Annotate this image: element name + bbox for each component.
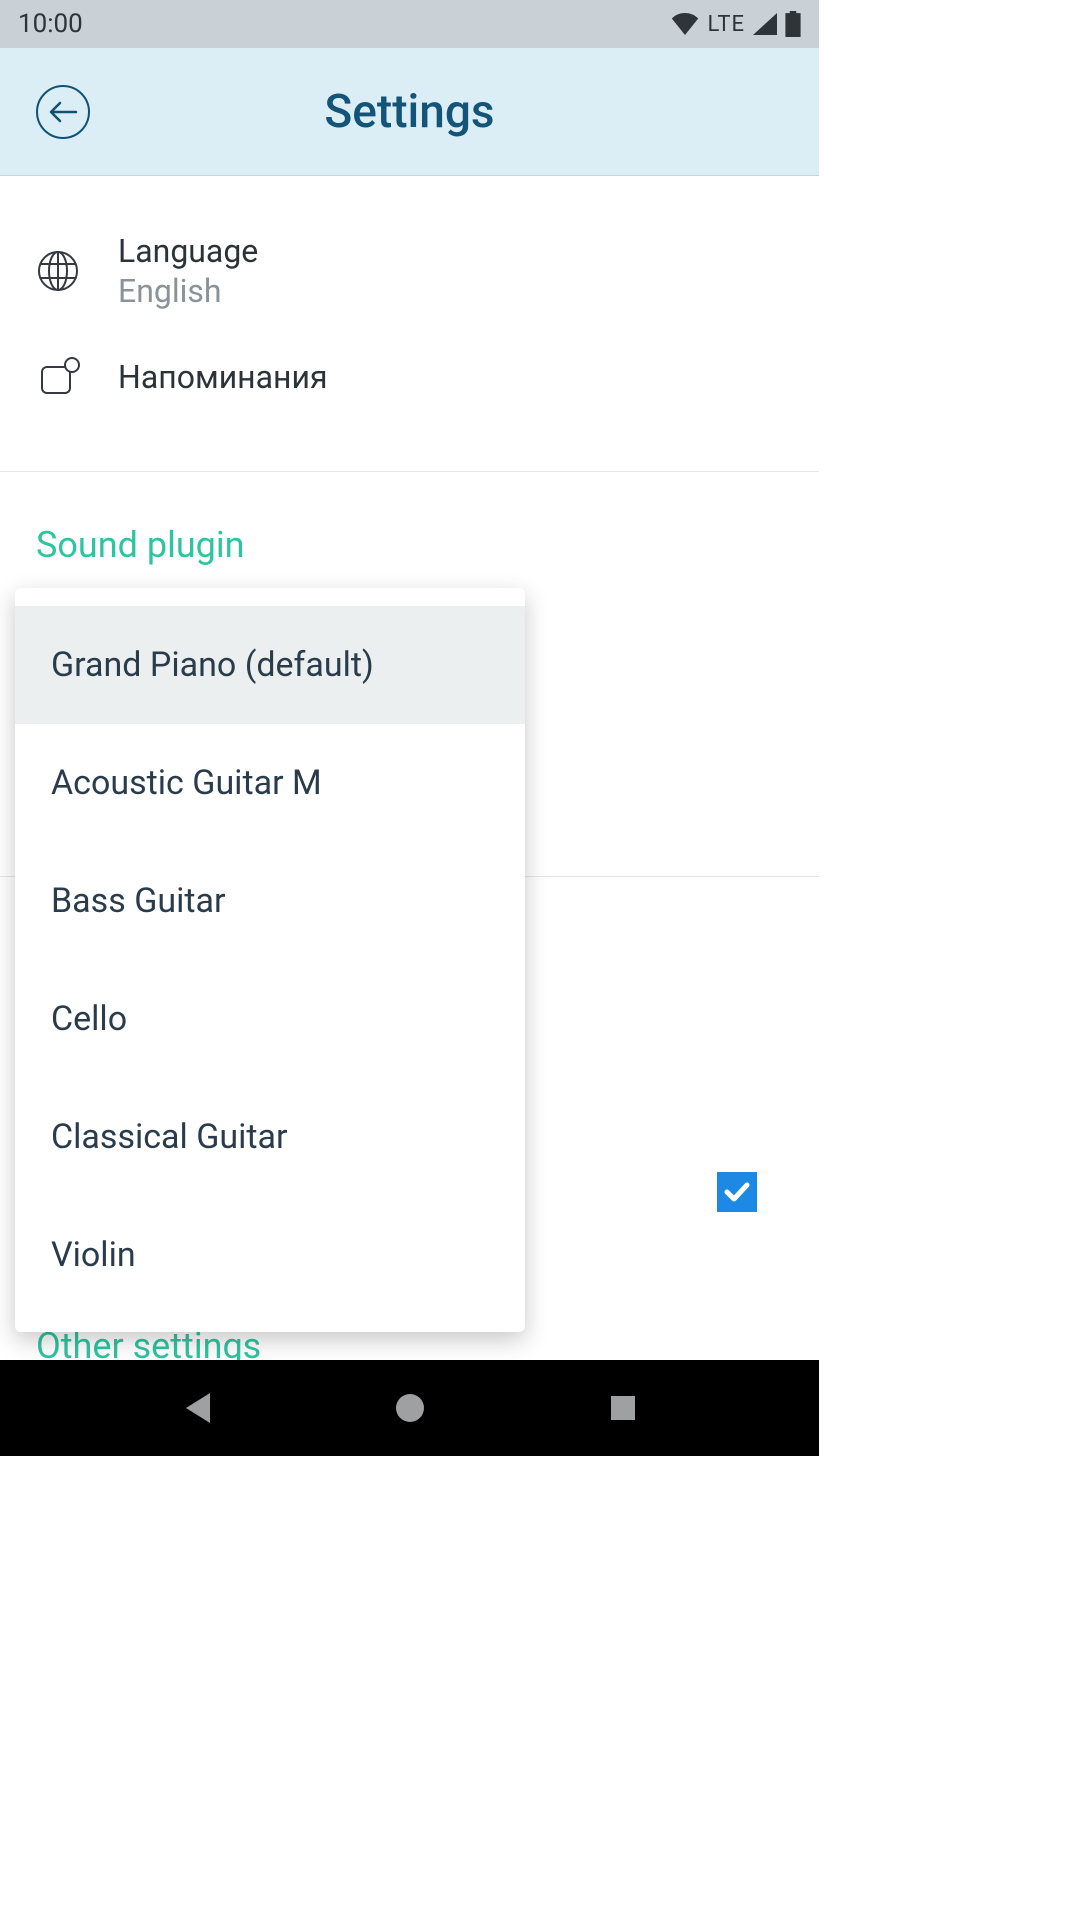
signal-icon: [753, 13, 777, 35]
android-navbar: [0, 1360, 819, 1456]
sound-plugin-dropdown: Grand Piano (default) Acoustic Guitar M …: [15, 588, 525, 1332]
check-icon: [722, 1177, 752, 1207]
reminders-label: Напоминания: [118, 358, 328, 396]
battery-icon: [785, 11, 801, 37]
reminder-icon: [36, 355, 80, 399]
dropdown-item-classical-guitar[interactable]: Classical Guitar: [15, 1078, 525, 1196]
app-header: Settings: [0, 48, 819, 176]
nav-back-button[interactable]: [174, 1385, 220, 1431]
sound-plugin-section: Sound plugin: [0, 472, 819, 566]
language-row[interactable]: Language English: [0, 232, 819, 355]
dropdown-item-cello[interactable]: Cello: [15, 960, 525, 1078]
status-bar: 10:00 LTE: [0, 0, 819, 48]
nav-home-button[interactable]: [387, 1385, 433, 1431]
page-title: Settings: [324, 85, 494, 139]
status-time: 10:00: [18, 9, 83, 39]
language-label: Language: [118, 232, 258, 270]
triangle-back-icon: [182, 1391, 212, 1425]
wifi-icon: [671, 13, 699, 35]
back-button[interactable]: [36, 85, 90, 139]
dropdown-item-bass-guitar[interactable]: Bass Guitar: [15, 842, 525, 960]
dropdown-item-acoustic-guitar[interactable]: Acoustic Guitar M: [15, 724, 525, 842]
square-recents-icon: [609, 1394, 637, 1422]
reminders-row[interactable]: Напоминания: [0, 355, 819, 443]
status-indicators: LTE: [671, 11, 801, 37]
nav-recents-button[interactable]: [600, 1385, 646, 1431]
language-value: English: [118, 272, 258, 310]
network-label: LTE: [707, 12, 745, 37]
arrow-left-icon: [48, 100, 78, 124]
settings-content: Language English Напоминания Sound plugi…: [0, 176, 819, 566]
globe-icon: [36, 249, 80, 293]
dropdown-item-violin[interactable]: Violin: [15, 1196, 525, 1314]
dropdown-item-grand-piano[interactable]: Grand Piano (default): [15, 606, 525, 724]
checkbox[interactable]: [717, 1172, 757, 1212]
circle-home-icon: [394, 1392, 426, 1424]
